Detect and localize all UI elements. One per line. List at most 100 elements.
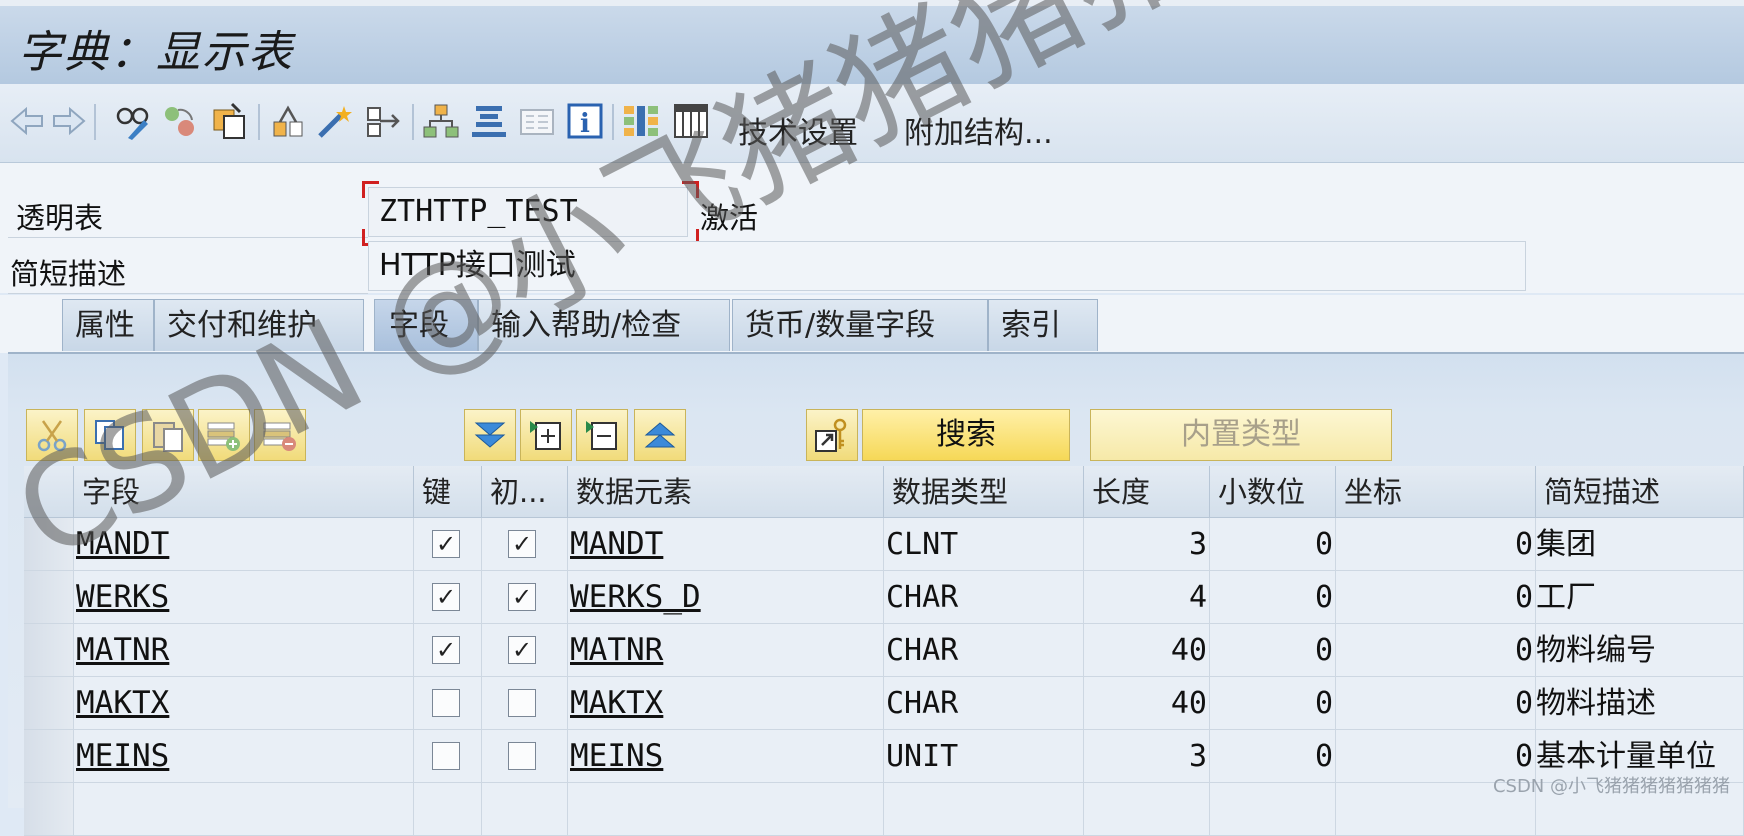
collapse-down-icon[interactable] [464, 409, 516, 461]
layout-icon[interactable] [622, 102, 660, 140]
length-cell: 40 [1084, 624, 1210, 677]
builtin-type-button[interactable]: 内置类型 [1090, 409, 1392, 461]
tab-input-help-check[interactable]: 输入帮助/检查 [478, 299, 730, 351]
key-checkbox[interactable] [432, 742, 460, 770]
table-type-label: 透明表 [16, 201, 104, 235]
initial-checkbox[interactable]: ✓ [508, 636, 536, 664]
length: 40 [1170, 686, 1207, 721]
column-header-length[interactable]: 长度 [1084, 466, 1210, 518]
table-row[interactable]: MANDT ✓ ✓ MANDT CLNT 3 0 0 集团 [24, 518, 1744, 571]
table-row-empty[interactable] [24, 783, 1744, 836]
empty-cell[interactable] [884, 783, 1084, 836]
other-object-icon[interactable] [160, 102, 198, 140]
row-selector-cell[interactable] [24, 730, 74, 783]
key-checkbox[interactable] [432, 689, 460, 717]
tab-attributes[interactable]: 属性 [62, 299, 154, 351]
column-header-field[interactable]: 字段 [74, 466, 414, 518]
empty-cell[interactable] [1210, 783, 1336, 836]
empty-cell[interactable] [1084, 783, 1210, 836]
tab-fields[interactable]: 字段 [374, 299, 478, 351]
data-type: CLNT [886, 527, 959, 562]
length: 40 [1170, 633, 1207, 668]
search-help-icon[interactable] [806, 409, 858, 461]
empty-cell[interactable] [568, 783, 884, 836]
field-name-cell: MAKTX [74, 677, 414, 730]
column-header-short-description[interactable]: 简短描述 [1536, 466, 1744, 518]
field-name[interactable]: MAKTX [76, 685, 169, 721]
initial-checkbox[interactable] [508, 689, 536, 717]
key-checkbox[interactable]: ✓ [432, 530, 460, 558]
short-description: 物料描述 [1536, 686, 1656, 721]
object-directory-icon[interactable] [470, 102, 508, 140]
key-checkbox[interactable]: ✓ [432, 636, 460, 664]
column-header-initial[interactable]: 初... [482, 466, 568, 518]
select-all-column[interactable] [24, 466, 74, 518]
data-element[interactable]: MATNR [570, 632, 663, 668]
delete-row-icon[interactable] [254, 409, 306, 461]
object-list-icon[interactable] [210, 102, 248, 140]
row-selector-cell[interactable] [24, 518, 74, 571]
short-description-field[interactable]: HTTP接口测试 [368, 241, 1526, 291]
collapse-remove-icon[interactable] [576, 409, 628, 461]
forward-icon[interactable] [50, 102, 88, 140]
initial-checkbox[interactable] [508, 742, 536, 770]
search-button[interactable]: 搜索 [862, 409, 1070, 461]
table-view-icon[interactable] [672, 102, 710, 140]
collapse-up-icon[interactable] [634, 409, 686, 461]
field-name[interactable]: WERKS [76, 579, 169, 615]
initial-checkbox[interactable]: ✓ [508, 583, 536, 611]
paste-icon[interactable] [142, 409, 194, 461]
insert-row-icon[interactable] [198, 409, 250, 461]
documentation-icon[interactable] [518, 102, 556, 140]
key-checkbox[interactable]: ✓ [432, 583, 460, 611]
data-type-cell: CHAR [884, 571, 1084, 624]
table-row[interactable]: MATNR ✓ ✓ MATNR CHAR 40 0 0 物料编号 [24, 624, 1744, 677]
where-used-icon[interactable] [364, 102, 402, 140]
table-row[interactable]: MEINS MEINS UNIT 3 0 0 基本计量单位 [24, 730, 1744, 783]
column-header-decimals[interactable]: 小数位 [1210, 466, 1336, 518]
coordinate-cell: 0 [1336, 677, 1536, 730]
field-name-cell: MATNR [74, 624, 414, 677]
window-title: 字典：显示表 [18, 27, 294, 78]
field-name[interactable]: MATNR [76, 632, 169, 668]
check-icon[interactable] [270, 102, 308, 140]
field-name[interactable]: MANDT [76, 526, 169, 562]
empty-cell[interactable] [482, 783, 568, 836]
cut-icon[interactable] [26, 409, 78, 461]
length: 3 [1188, 739, 1207, 774]
row-selector-cell[interactable] [24, 571, 74, 624]
tech-settings-button[interactable]: 技术设置 [738, 108, 858, 152]
initial-checkbox[interactable]: ✓ [508, 530, 536, 558]
display-change-icon[interactable] [114, 102, 152, 140]
field-name[interactable]: MEINS [76, 738, 169, 774]
table-row[interactable]: MAKTX MAKTX CHAR 40 0 0 物料描述 [24, 677, 1744, 730]
info-icon[interactable]: i [566, 102, 604, 140]
row-selector-cell[interactable] [24, 624, 74, 677]
empty-cell[interactable] [414, 783, 482, 836]
data-element[interactable]: MEINS [570, 738, 663, 774]
back-icon[interactable] [8, 102, 46, 140]
append-structure-button[interactable]: 附加结构... [904, 108, 1053, 152]
activate-icon[interactable] [316, 102, 354, 140]
data-element[interactable]: MAKTX [570, 685, 663, 721]
table-name-field[interactable]: ZTHTTP_TEST [368, 187, 688, 237]
data-element[interactable]: WERKS_D [570, 579, 701, 615]
length: 4 [1188, 580, 1207, 615]
row-selector-cell[interactable] [24, 677, 74, 730]
empty-cell[interactable] [74, 783, 414, 836]
hierarchy-icon[interactable] [422, 102, 460, 140]
tab-indexes[interactable]: 索引 [988, 299, 1098, 351]
column-header-data-type[interactable]: 数据类型 [884, 466, 1084, 518]
data-element[interactable]: MANDT [570, 526, 663, 562]
tab-currency-quantity-fields[interactable]: 货币/数量字段 [732, 299, 988, 351]
expand-insert-icon[interactable] [520, 409, 572, 461]
column-header-coordinate[interactable]: 坐标 [1336, 466, 1536, 518]
column-header-key[interactable]: 键 [414, 466, 482, 518]
empty-cell[interactable] [24, 783, 74, 836]
table-row[interactable]: WERKS ✓ ✓ WERKS_D CHAR 4 0 0 工厂 [24, 571, 1744, 624]
column-header-data-element[interactable]: 数据元素 [568, 466, 884, 518]
application-toolbar: i 技术设置 附加结构... [0, 84, 1744, 163]
coordinate-cell: 0 [1336, 518, 1536, 571]
tab-delivery-maintenance[interactable]: 交付和维护 [154, 299, 364, 351]
copy-icon[interactable] [84, 409, 136, 461]
